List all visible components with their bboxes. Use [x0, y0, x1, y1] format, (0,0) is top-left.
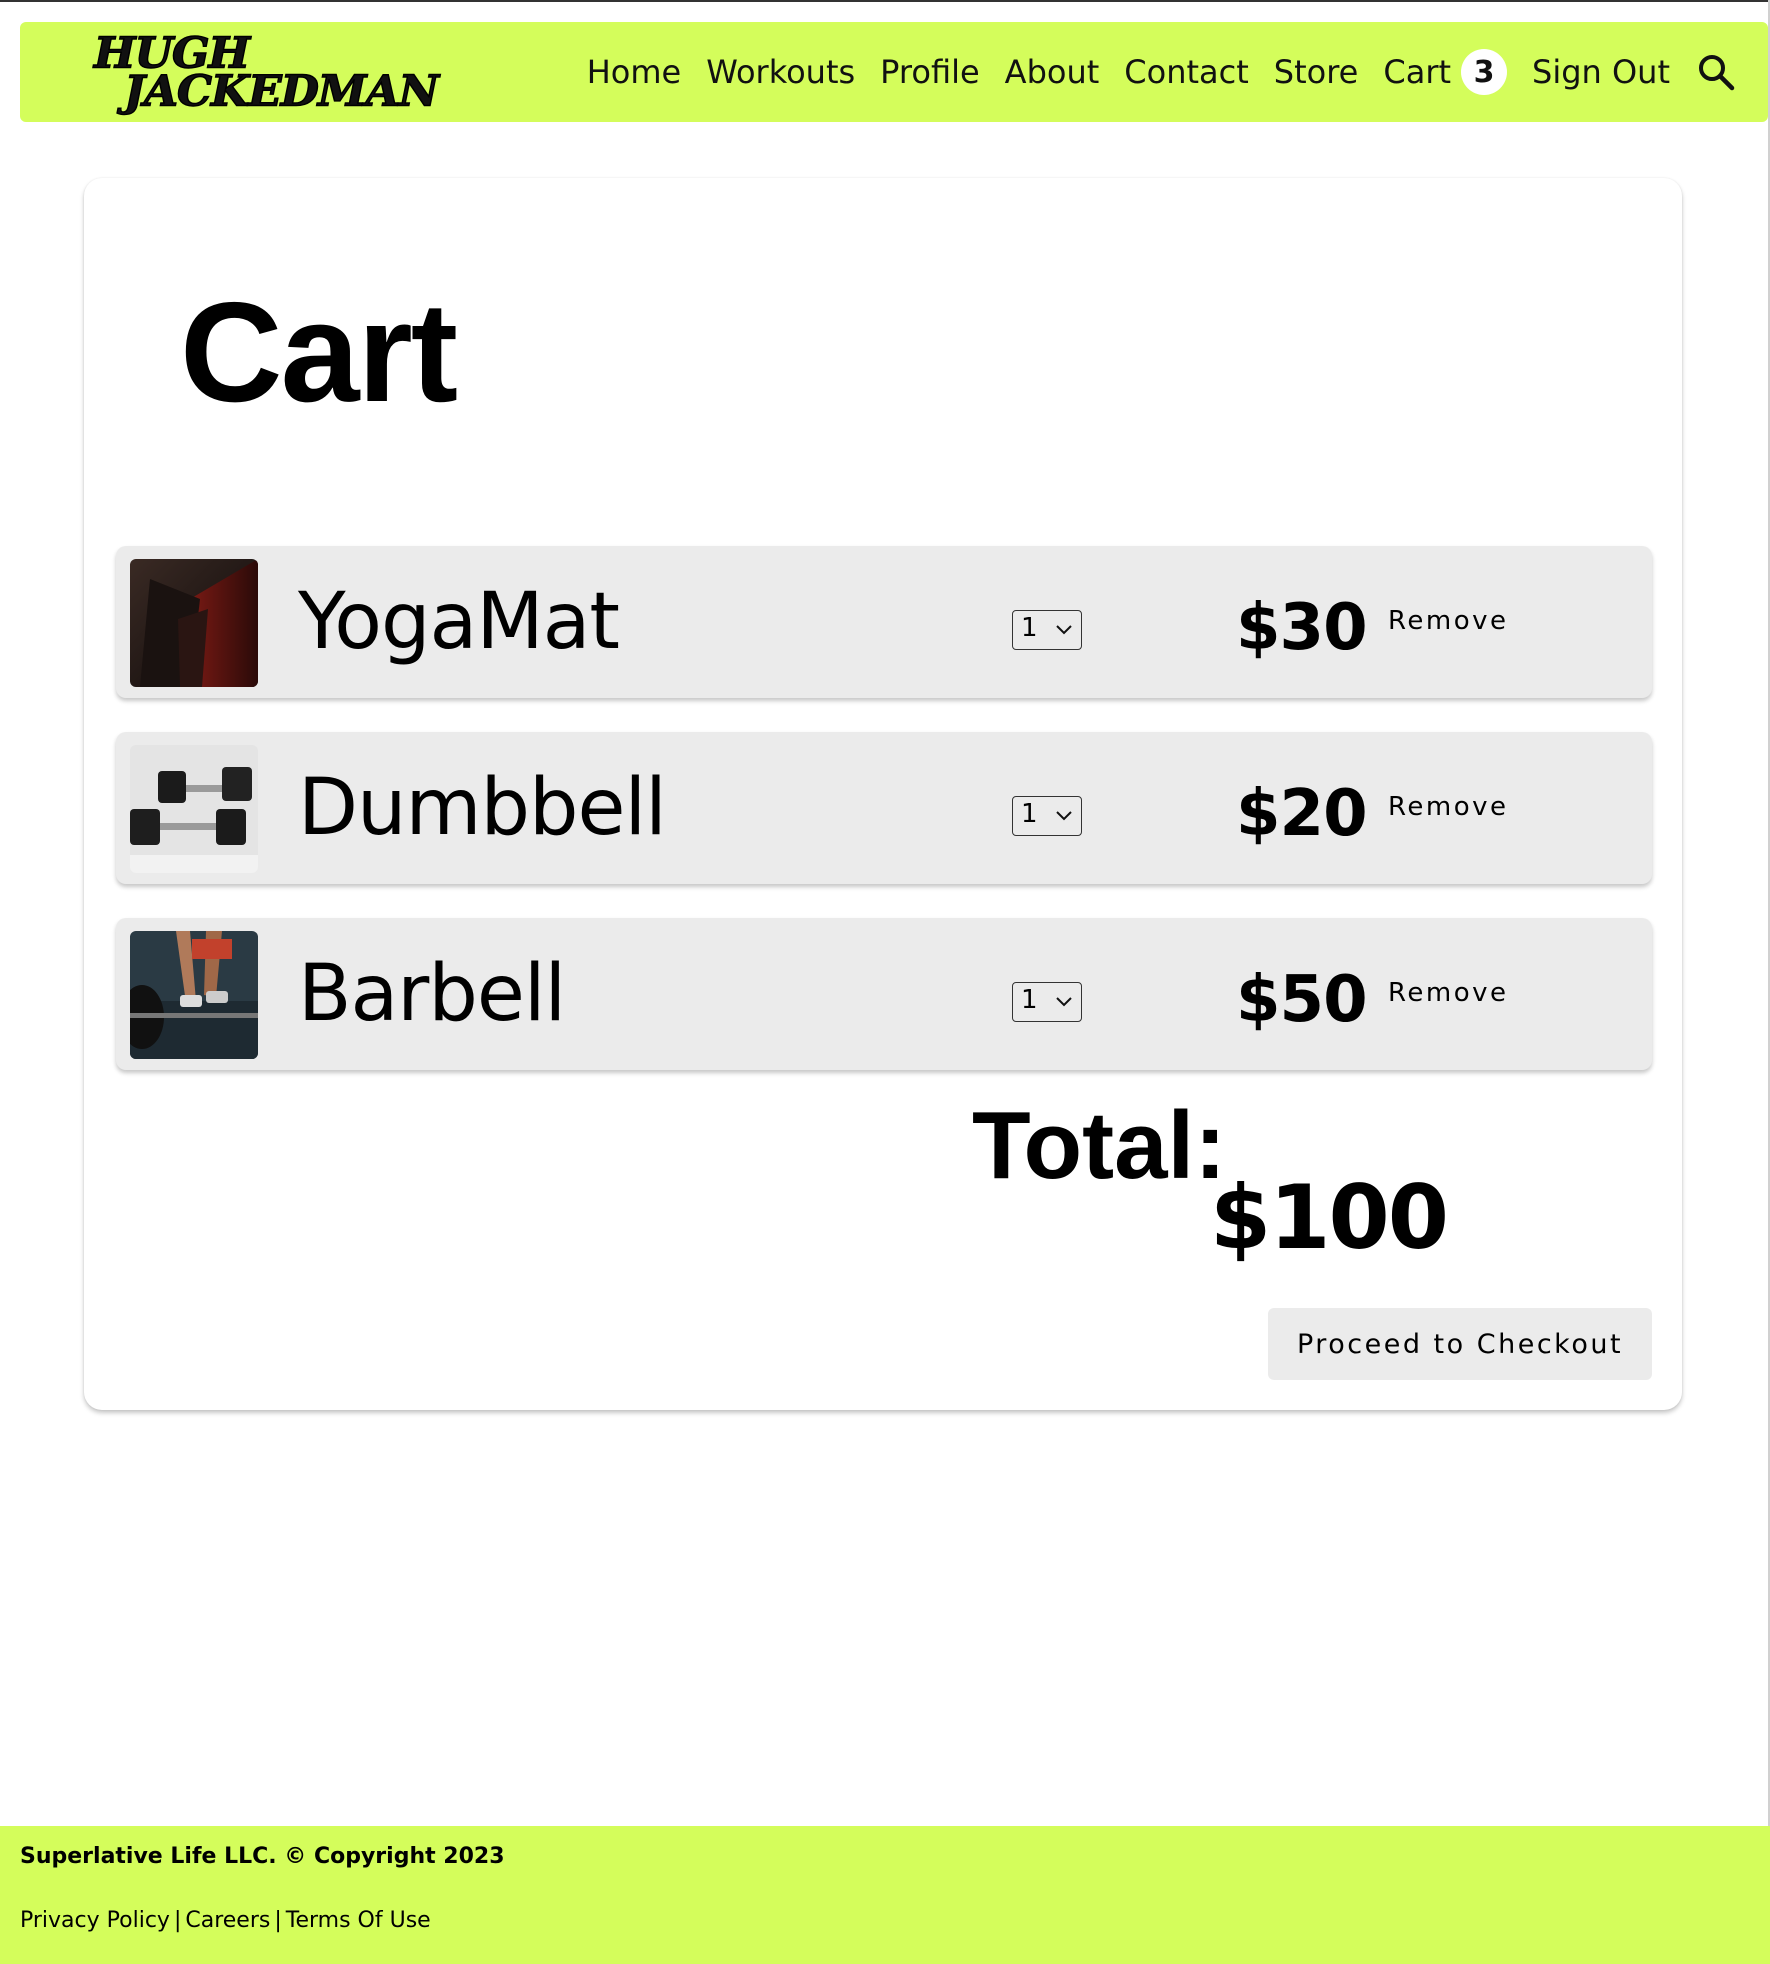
- chevron-down-icon: [1056, 625, 1072, 635]
- footer-copyright: Superlative Life LLC. © Copyright 2023: [20, 1844, 505, 1869]
- item-name: Dumbbell: [298, 763, 667, 853]
- cart-card: Cart YogaMat 1 $30 Remove Dumbbell 1 $20…: [84, 178, 1682, 1410]
- item-price: $30: [1236, 591, 1368, 665]
- quantity-value: 1: [1021, 985, 1038, 1015]
- remove-button[interactable]: Remove: [1388, 606, 1509, 636]
- quantity-value: 1: [1021, 613, 1038, 643]
- site-footer: Superlative Life LLC. © Copyright 2023 P…: [0, 1826, 1770, 1964]
- remove-button[interactable]: Remove: [1388, 792, 1509, 822]
- footer-separator: |: [173, 1908, 182, 1933]
- window-top-border: [0, 0, 1770, 2]
- nav-link-profile[interactable]: Profile: [880, 53, 980, 91]
- nav-link-cart[interactable]: Cart 3: [1383, 49, 1508, 95]
- barbell-photo: [130, 931, 258, 1059]
- nav-link-home[interactable]: Home: [587, 53, 682, 91]
- remove-button[interactable]: Remove: [1388, 978, 1509, 1008]
- footer-separator: |: [274, 1908, 282, 1933]
- item-price: $20: [1236, 777, 1368, 851]
- brand-logo[interactable]: HUGH JACKEDMAN: [72, 30, 462, 114]
- nav-link-contact[interactable]: Contact: [1124, 53, 1249, 91]
- item-name: Barbell: [298, 949, 566, 1039]
- quantity-value: 1: [1021, 799, 1038, 829]
- nav-link-about[interactable]: About: [1005, 53, 1100, 91]
- cart-link-label: Cart: [1383, 53, 1452, 91]
- footer-link-terms-of-use[interactable]: Terms Of Use: [286, 1908, 431, 1933]
- nav-link-workouts[interactable]: Workouts: [706, 53, 855, 91]
- cart-item-barbell: Barbell 1 $50 Remove: [116, 918, 1652, 1070]
- nav-link-store[interactable]: Store: [1274, 53, 1359, 91]
- total-label: Total:: [972, 1092, 1227, 1199]
- cart-item-yogamat: YogaMat 1 $30 Remove: [116, 546, 1652, 698]
- checkout-button[interactable]: Proceed to Checkout: [1268, 1308, 1652, 1380]
- nav-links: Home Workouts Profile About Contact Stor…: [562, 22, 1768, 122]
- footer-link-privacy-policy[interactable]: Privacy Policy: [20, 1908, 170, 1933]
- footer-link-careers[interactable]: Careers: [185, 1908, 270, 1933]
- dumbbell-photo: [130, 745, 258, 873]
- footer-links: Privacy Policy | Careers | Terms Of Use: [20, 1908, 431, 1933]
- quantity-select[interactable]: 1: [1012, 796, 1082, 836]
- total-value: $100: [1210, 1166, 1449, 1269]
- chevron-down-icon: [1056, 997, 1072, 1007]
- item-name: YogaMat: [298, 577, 620, 667]
- cart-item-dumbbell: Dumbbell 1 $20 Remove: [116, 732, 1652, 884]
- cart-count-badge: 3: [1461, 49, 1508, 95]
- quantity-select[interactable]: 1: [1012, 982, 1082, 1022]
- search-icon[interactable]: [1696, 52, 1736, 92]
- chevron-down-icon: [1056, 811, 1072, 821]
- yoga-mat-photo: [130, 559, 258, 687]
- page-title: Cart: [180, 273, 458, 432]
- logo-line-2: JACKEDMAN: [123, 67, 439, 116]
- top-navbar: HUGH JACKEDMAN Home Workouts Profile Abo…: [20, 22, 1768, 122]
- quantity-select[interactable]: 1: [1012, 610, 1082, 650]
- nav-link-sign-out[interactable]: Sign Out: [1532, 53, 1670, 91]
- item-price: $50: [1236, 963, 1368, 1037]
